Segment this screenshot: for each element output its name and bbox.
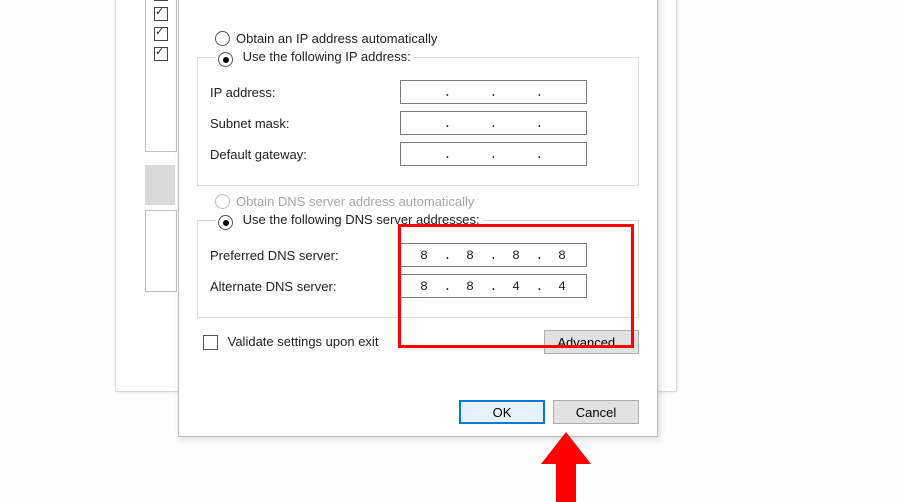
background-scroll-thumb xyxy=(145,165,175,205)
radio-checked-icon xyxy=(218,215,233,230)
annotation-arrow-icon xyxy=(536,432,596,502)
subnet-mask-input[interactable]: . . . xyxy=(400,111,587,135)
ip-address-input[interactable]: . . . xyxy=(400,80,587,104)
use-following-dns-label: Use the following DNS server addresses: xyxy=(243,212,480,227)
cancel-button[interactable]: Cancel xyxy=(553,400,639,424)
ipv4-properties-dialog: Obtain an IP address automatically Use t… xyxy=(178,0,658,437)
radio-unchecked-icon xyxy=(215,31,230,46)
validate-settings-checkbox[interactable]: Validate settings upon exit xyxy=(203,334,378,350)
obtain-ip-auto-row[interactable]: Obtain an IP address automatically xyxy=(215,31,639,46)
subnet-mask-label: Subnet mask: xyxy=(210,116,400,131)
ip-address-group: Use the following IP address: IP address… xyxy=(197,49,639,186)
checkbox-unchecked-icon xyxy=(203,335,218,350)
advanced-button[interactable]: Advanced... xyxy=(544,330,639,354)
default-gateway-label: Default gateway: xyxy=(210,147,400,162)
use-following-ip-label: Use the following IP address: xyxy=(243,49,411,64)
use-following-dns-radio[interactable]: Use the following DNS server addresses: xyxy=(216,212,482,228)
default-gateway-input[interactable]: . . . xyxy=(400,142,587,166)
ip-address-label: IP address: xyxy=(210,85,400,100)
background-panel xyxy=(145,210,177,292)
validate-settings-label: Validate settings upon exit xyxy=(228,334,379,349)
radio-checked-icon xyxy=(218,52,233,67)
preferred-dns-label: Preferred DNS server: xyxy=(210,248,400,263)
use-following-ip-radio[interactable]: Use the following IP address: xyxy=(216,49,413,65)
alternate-dns-label: Alternate DNS server: xyxy=(210,279,400,294)
radio-disabled-icon xyxy=(215,194,230,209)
ok-button[interactable]: OK xyxy=(459,400,545,424)
alternate-dns-input[interactable]: 8. 8. 4. 4 xyxy=(400,274,587,298)
obtain-ip-auto-label: Obtain an IP address automatically xyxy=(236,31,437,46)
obtain-dns-auto-label: Obtain DNS server address automatically xyxy=(236,194,474,209)
preferred-dns-input[interactable]: 8. 8. 8. 8 xyxy=(400,243,587,267)
obtain-dns-auto-row: Obtain DNS server address automatically xyxy=(215,194,639,209)
dns-server-group: Use the following DNS server addresses: … xyxy=(197,212,639,318)
dialog-button-bar: OK Cancel xyxy=(459,400,639,424)
background-checklist xyxy=(145,0,177,152)
